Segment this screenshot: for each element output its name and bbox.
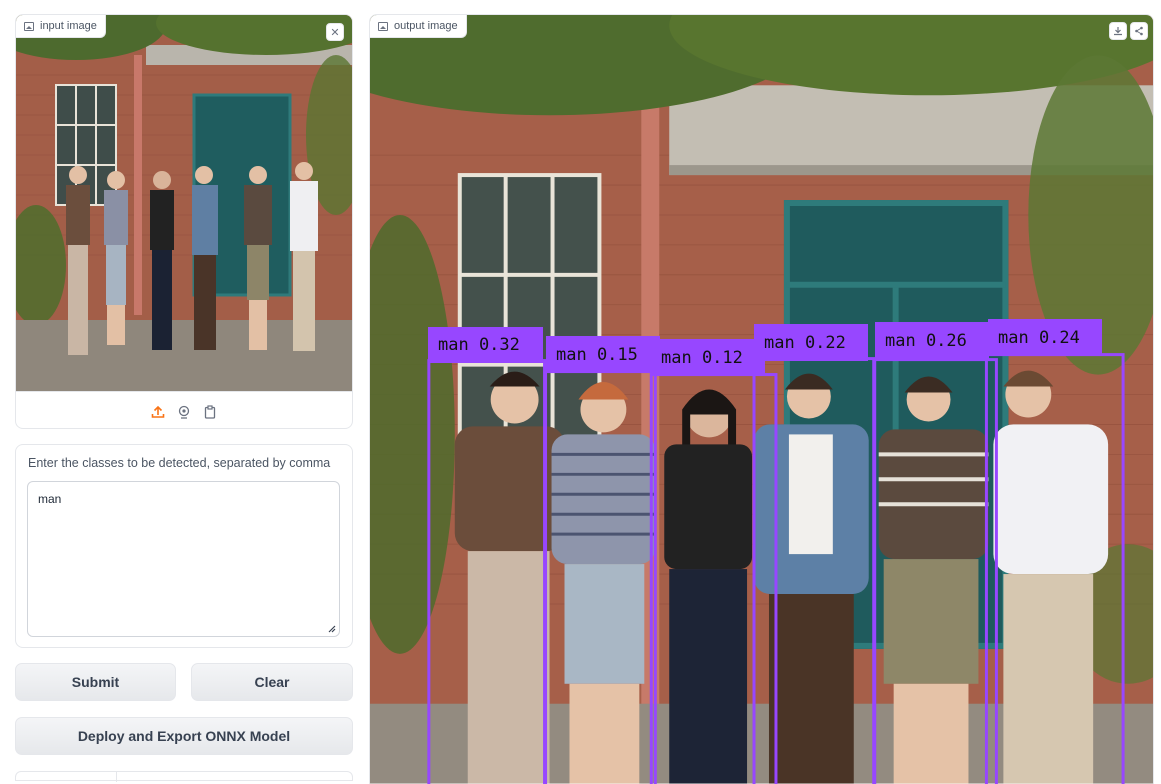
input-image-label: input image — [16, 15, 106, 38]
output-image-panel: output image man 0.32 man 0.15 man 0.12 … — [369, 14, 1154, 784]
image-icon — [378, 21, 388, 31]
deploy-export-button[interactable]: Deploy and Export ONNX Model — [15, 717, 353, 755]
image-source-selector — [16, 391, 352, 428]
share-button[interactable] — [1130, 22, 1148, 40]
detection-label: man 0.15 — [546, 336, 660, 373]
bottom-tabs-edge — [15, 771, 353, 782]
webcam-icon[interactable] — [176, 404, 192, 420]
clear-image-button[interactable]: ✕ — [326, 23, 344, 41]
detection-label: man 0.26 — [875, 322, 989, 359]
classes-input-value: man — [38, 492, 62, 506]
input-image[interactable] — [16, 15, 352, 391]
detection-label: man 0.24 — [988, 319, 1102, 356]
detection-label: man 0.22 — [754, 324, 868, 361]
detection-label: man 0.12 — [651, 339, 765, 376]
image-icon — [24, 21, 34, 31]
output-image-label: output image — [370, 15, 467, 38]
clear-button[interactable]: Clear — [191, 663, 353, 701]
upload-icon[interactable] — [150, 404, 166, 420]
download-button[interactable] — [1109, 22, 1127, 40]
classes-label: Enter the classes to be detected, separa… — [28, 456, 331, 470]
submit-button[interactable]: Submit — [15, 663, 176, 701]
download-icon[interactable] — [1113, 26, 1123, 36]
detection-label: man 0.32 — [428, 327, 543, 363]
clipboard-icon[interactable] — [202, 404, 218, 420]
resize-handle-icon[interactable] — [326, 623, 336, 633]
close-icon[interactable]: ✕ — [330, 26, 339, 39]
classes-input[interactable]: man — [27, 481, 340, 637]
share-icon[interactable] — [1134, 26, 1144, 36]
output-image — [370, 15, 1153, 784]
classes-textbox-block: Enter the classes to be detected, separa… — [15, 444, 353, 648]
input-image-panel: input image ✕ — [15, 14, 353, 429]
